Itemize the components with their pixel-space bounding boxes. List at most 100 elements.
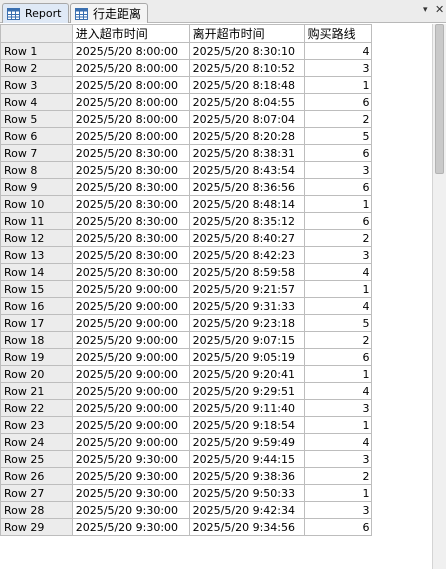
purchase-route-cell[interactable]: 3 [303,246,373,264]
leave-time-cell[interactable]: 2025/5/20 9:42:34 [188,501,305,519]
row-header[interactable]: Row 16 [0,297,73,315]
table-row[interactable]: Row 3 2025/5/20 8:00:00 2025/5/20 8:18:48 1 [0,76,432,94]
leave-time-cell[interactable]: 2025/5/20 8:43:54 [188,161,305,179]
vertical-scrollbar[interactable] [432,24,446,569]
row-header[interactable]: Row 6 [0,127,73,145]
purchase-route-cell[interactable]: 6 [303,518,373,536]
row-header[interactable]: Row 5 [0,110,73,128]
column-header-leave-time[interactable]: 离开超市时间 [188,24,305,43]
enter-time-cell[interactable]: 2025/5/20 8:00:00 [71,93,190,111]
leave-time-cell[interactable]: 2025/5/20 9:31:33 [188,297,305,315]
row-header[interactable]: Row 8 [0,161,73,179]
purchase-route-cell[interactable]: 6 [303,144,373,162]
leave-time-cell[interactable]: 2025/5/20 8:35:12 [188,212,305,230]
purchase-route-cell[interactable]: 6 [303,212,373,230]
leave-time-cell[interactable]: 2025/5/20 8:18:48 [188,76,305,94]
enter-time-cell[interactable]: 2025/5/20 9:00:00 [71,331,190,349]
table-row[interactable]: Row 5 2025/5/20 8:00:00 2025/5/20 8:07:04 2 [0,110,432,128]
leave-time-cell[interactable]: 2025/5/20 8:30:10 [188,42,305,60]
table-row[interactable]: Row 25 2025/5/20 9:30:00 2025/5/20 9:44:15… [0,450,432,468]
table-row[interactable]: Row 17 2025/5/20 9:00:00 2025/5/20 9:23:18… [0,314,432,332]
leave-time-cell[interactable]: 2025/5/20 9:59:49 [188,433,305,451]
row-header[interactable]: Row 11 [0,212,73,230]
purchase-route-cell[interactable]: 1 [303,195,373,213]
row-header[interactable]: Row 29 [0,518,73,536]
enter-time-cell[interactable]: 2025/5/20 9:30:00 [71,450,190,468]
leave-time-cell[interactable]: 2025/5/20 8:20:28 [188,127,305,145]
chevron-down-icon[interactable]: ▾ [423,6,432,15]
purchase-route-cell[interactable]: 5 [303,314,373,332]
row-header[interactable]: Row 24 [0,433,73,451]
leave-time-cell[interactable]: 2025/5/20 8:07:04 [188,110,305,128]
row-header[interactable]: Row 26 [0,467,73,485]
purchase-route-cell[interactable]: 1 [303,416,373,434]
leave-time-cell[interactable]: 2025/5/20 8:36:56 [188,178,305,196]
purchase-route-cell[interactable]: 2 [303,110,373,128]
table-row[interactable]: Row 14 2025/5/20 8:30:00 2025/5/20 8:59:58… [0,263,432,281]
table-row[interactable]: Row 20 2025/5/20 9:00:00 2025/5/20 9:20:41… [0,365,432,383]
purchase-route-cell[interactable]: 4 [303,297,373,315]
table-row[interactable]: Row 21 2025/5/20 9:00:00 2025/5/20 9:29:51… [0,382,432,400]
enter-time-cell[interactable]: 2025/5/20 8:00:00 [71,127,190,145]
row-header[interactable]: Row 23 [0,416,73,434]
scrollbar-thumb[interactable] [435,24,444,174]
row-header[interactable]: Row 20 [0,365,73,383]
corner-cell[interactable] [0,24,73,43]
row-header[interactable]: Row 15 [0,280,73,298]
enter-time-cell[interactable]: 2025/5/20 9:00:00 [71,416,190,434]
enter-time-cell[interactable]: 2025/5/20 9:00:00 [71,348,190,366]
row-header[interactable]: Row 17 [0,314,73,332]
row-header[interactable]: Row 4 [0,93,73,111]
table-row[interactable]: Row 28 2025/5/20 9:30:00 2025/5/20 9:42:34… [0,501,432,519]
leave-time-cell[interactable]: 2025/5/20 9:07:15 [188,331,305,349]
table-row[interactable]: Row 11 2025/5/20 8:30:00 2025/5/20 8:35:12… [0,212,432,230]
leave-time-cell[interactable]: 2025/5/20 9:29:51 [188,382,305,400]
table-row[interactable]: Row 12 2025/5/20 8:30:00 2025/5/20 8:40:27… [0,229,432,247]
purchase-route-cell[interactable]: 3 [303,501,373,519]
purchase-route-cell[interactable]: 2 [303,229,373,247]
purchase-route-cell[interactable]: 1 [303,484,373,502]
close-icon[interactable]: ✕ [435,4,445,15]
purchase-route-cell[interactable]: 4 [303,263,373,281]
leave-time-cell[interactable]: 2025/5/20 9:23:18 [188,314,305,332]
purchase-route-cell[interactable]: 4 [303,42,373,60]
purchase-route-cell[interactable]: 3 [303,161,373,179]
row-header[interactable]: Row 1 [0,42,73,60]
leave-time-cell[interactable]: 2025/5/20 8:48:14 [188,195,305,213]
table-row[interactable]: Row 18 2025/5/20 9:00:00 2025/5/20 9:07:15… [0,331,432,349]
purchase-route-cell[interactable]: 5 [303,127,373,145]
enter-time-cell[interactable]: 2025/5/20 9:00:00 [71,314,190,332]
leave-time-cell[interactable]: 2025/5/20 8:38:31 [188,144,305,162]
enter-time-cell[interactable]: 2025/5/20 8:30:00 [71,144,190,162]
table-row[interactable]: Row 4 2025/5/20 8:00:00 2025/5/20 8:04:55 6 [0,93,432,111]
enter-time-cell[interactable]: 2025/5/20 8:00:00 [71,110,190,128]
purchase-route-cell[interactable]: 3 [303,59,373,77]
purchase-route-cell[interactable]: 4 [303,382,373,400]
column-header-purchase-route[interactable]: 购买路线 [303,24,373,43]
enter-time-cell[interactable]: 2025/5/20 8:30:00 [71,161,190,179]
table-row[interactable]: Row 29 2025/5/20 9:30:00 2025/5/20 9:34:56… [0,518,432,536]
data-grid[interactable]: 进入超市时间 离开超市时间 购买路线 Row 1 2025/5/20 8:00:0… [0,24,432,569]
row-header[interactable]: Row 18 [0,331,73,349]
enter-time-cell[interactable]: 2025/5/20 9:00:00 [71,297,190,315]
purchase-route-cell[interactable]: 1 [303,280,373,298]
enter-time-cell[interactable]: 2025/5/20 9:00:00 [71,433,190,451]
purchase-route-cell[interactable]: 1 [303,365,373,383]
leave-time-cell[interactable]: 2025/5/20 9:34:56 [188,518,305,536]
table-row[interactable]: Row 2 2025/5/20 8:00:00 2025/5/20 8:10:52 3 [0,59,432,77]
table-row[interactable]: Row 22 2025/5/20 9:00:00 2025/5/20 9:11:40… [0,399,432,417]
leave-time-cell[interactable]: 2025/5/20 9:18:54 [188,416,305,434]
enter-time-cell[interactable]: 2025/5/20 9:30:00 [71,518,190,536]
row-header[interactable]: Row 25 [0,450,73,468]
row-header[interactable]: Row 10 [0,195,73,213]
leave-time-cell[interactable]: 2025/5/20 9:21:57 [188,280,305,298]
table-row[interactable]: Row 27 2025/5/20 9:30:00 2025/5/20 9:50:33… [0,484,432,502]
tab-walking-distance[interactable]: 行走距离 [70,3,148,23]
purchase-route-cell[interactable]: 4 [303,433,373,451]
row-header[interactable]: Row 22 [0,399,73,417]
leave-time-cell[interactable]: 2025/5/20 9:05:19 [188,348,305,366]
enter-time-cell[interactable]: 2025/5/20 8:30:00 [71,195,190,213]
leave-time-cell[interactable]: 2025/5/20 9:38:36 [188,467,305,485]
purchase-route-cell[interactable]: 1 [303,76,373,94]
enter-time-cell[interactable]: 2025/5/20 9:00:00 [71,382,190,400]
